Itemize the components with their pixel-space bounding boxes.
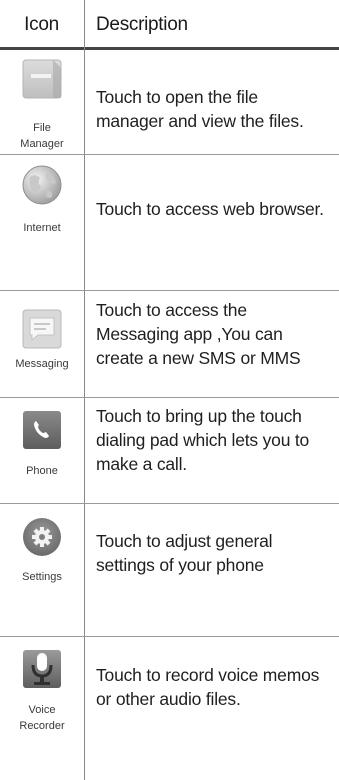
table-row-internet: Internet Touch to access web browser.	[0, 155, 339, 259]
description-settings: Touch to adjust general settings of your…	[96, 531, 273, 575]
icon-column-header: Icon	[24, 14, 59, 35]
icon-label-voice-recorder: Voice Recorder	[19, 704, 65, 732]
description-column-header: Description	[96, 14, 188, 35]
table-header: Icon Description	[0, 0, 339, 47]
icon-label-phone: Phone	[26, 465, 58, 477]
table-row-settings: Settings Touch to adjust general setting…	[0, 504, 339, 608]
settings-gear-icon	[22, 517, 62, 557]
voice-recorder-microphone-icon	[22, 649, 62, 689]
table-row-messaging: Messaging Touch to access the Messaging …	[0, 291, 339, 395]
table-row-file-manager: File Manager Touch to open the file mana…	[0, 50, 339, 154]
table-row-phone: Phone Touch to bring up the touch dialin…	[0, 398, 339, 502]
phone-icon	[22, 410, 62, 450]
description-internet: Touch to access web browser.	[96, 199, 324, 219]
icon-label-file-manager: File Manager	[20, 122, 64, 150]
icon-label-settings: Settings	[22, 571, 62, 583]
description-voice-recorder: Touch to record voice memos or other aud…	[96, 665, 320, 709]
description-phone: Touch to bring up the touch dialing pad …	[96, 406, 310, 474]
file-manager-icon	[22, 59, 62, 99]
table-row-voice-recorder: Voice Recorder Touch to record voice mem…	[0, 637, 339, 780]
description-messaging: Touch to access the Messaging app ,You c…	[96, 300, 301, 368]
icon-label-messaging: Messaging	[15, 358, 69, 370]
description-file-manager: Touch to open the file manager and view …	[96, 87, 304, 131]
icon-label-internet: Internet	[23, 222, 61, 234]
internet-globe-icon	[22, 165, 62, 205]
messaging-icon	[22, 309, 62, 349]
